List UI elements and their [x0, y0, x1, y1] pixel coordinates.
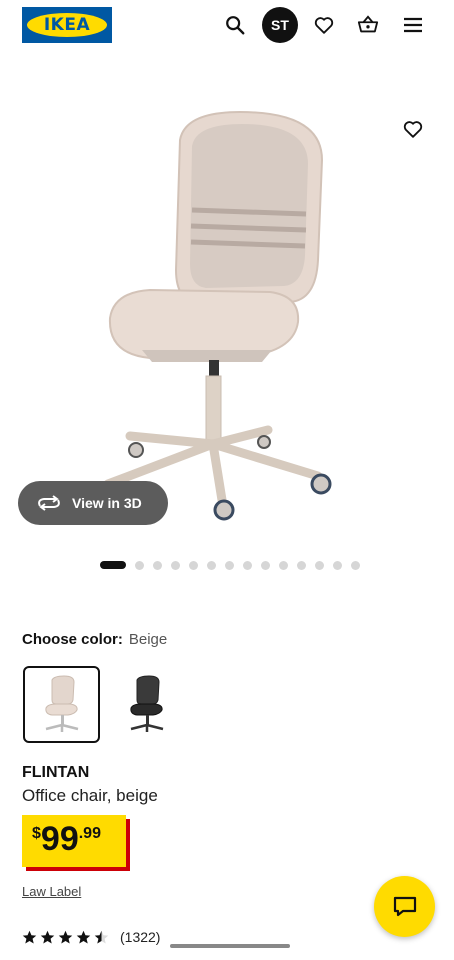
logo-text: IKEA	[43, 15, 91, 35]
star-icon	[76, 930, 91, 943]
product-name: FLINTAN	[22, 764, 90, 781]
star-icon	[58, 930, 73, 943]
carousel-dot[interactable]	[225, 560, 234, 570]
price-currency: $	[32, 825, 41, 842]
carousel-dot[interactable]	[189, 560, 198, 570]
product-image[interactable]	[0, 96, 454, 536]
law-label-link[interactable]: Law Label	[22, 884, 81, 899]
logo-oval: IKEA	[27, 13, 107, 37]
product-description: Office chair, beige	[22, 786, 158, 805]
ikea-logo[interactable]: IKEA	[22, 7, 112, 43]
view-in-3d-label: View in 3D	[72, 495, 142, 511]
carousel-dot[interactable]	[171, 560, 180, 570]
menu-icon[interactable]	[396, 8, 430, 42]
star-icon	[40, 930, 55, 943]
color-swatch-beige[interactable]	[23, 666, 100, 743]
rotate-3d-icon	[38, 495, 60, 511]
search-icon[interactable]	[218, 8, 252, 42]
star-icon	[22, 930, 37, 943]
choose-color-label: Choose color:	[22, 631, 123, 648]
carousel-indicator[interactable]	[100, 560, 360, 570]
heart-icon[interactable]	[307, 8, 341, 42]
carousel-dot[interactable]	[100, 561, 126, 569]
carousel-dot[interactable]	[261, 560, 270, 570]
carousel-dot[interactable]	[153, 560, 162, 570]
carousel-dot[interactable]	[135, 560, 144, 570]
color-choice: Choose color: Beige	[22, 631, 167, 648]
price-tag: $99.99	[22, 815, 126, 867]
avatar[interactable]: ST	[262, 7, 298, 43]
half-star-icon	[94, 930, 109, 943]
carousel-dot[interactable]	[297, 560, 306, 570]
view-in-3d-button[interactable]: View in 3D	[18, 481, 168, 525]
home-indicator[interactable]	[170, 944, 290, 948]
save-favourite-icon[interactable]	[398, 114, 428, 144]
basket-icon[interactable]	[351, 8, 385, 42]
carousel-dot[interactable]	[279, 560, 288, 570]
carousel-dot[interactable]	[333, 560, 342, 570]
chat-icon	[393, 896, 416, 916]
header: IKEA ST	[0, 0, 454, 52]
carousel-dot[interactable]	[351, 560, 360, 570]
carousel-dot[interactable]	[315, 560, 324, 570]
selected-color-value: Beige	[128, 631, 168, 648]
carousel-dot[interactable]	[243, 560, 252, 570]
price-integer: 99	[40, 820, 79, 858]
rating[interactable]: (1322)	[22, 929, 160, 945]
color-swatch-black[interactable]	[108, 666, 185, 743]
review-count: (1322)	[120, 929, 161, 945]
carousel-dot[interactable]	[207, 560, 216, 570]
price-decimal: .99	[78, 825, 101, 842]
chat-button[interactable]	[374, 876, 435, 937]
